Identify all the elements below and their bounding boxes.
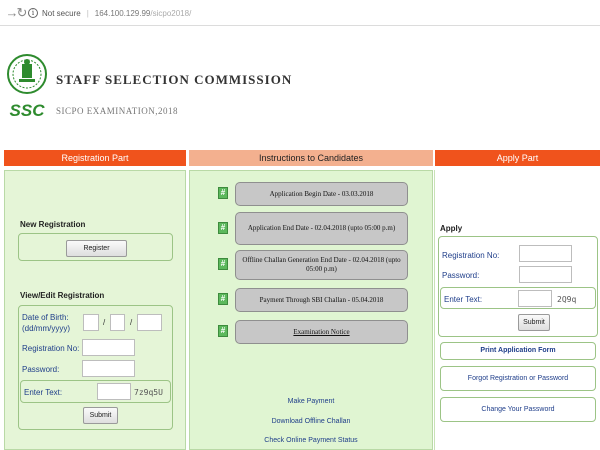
- ssc-logo: SSC: [7, 54, 47, 120]
- payment-status-link[interactable]: Check Online Payment Status: [189, 437, 433, 444]
- apply-password-label: Password:: [442, 271, 480, 280]
- enter-text-label: Enter Text:: [24, 388, 63, 397]
- hash-icon: #: [218, 325, 228, 337]
- date-separator: /: [130, 318, 133, 327]
- make-payment-link[interactable]: Make Payment: [189, 398, 433, 405]
- url-path: /sicpo2018/: [150, 8, 192, 18]
- password-label: Password:: [22, 365, 60, 374]
- dob-label: Date of Birth:: [22, 313, 69, 322]
- page-subtitle: SICPO EXAMINATION,2018: [56, 106, 179, 116]
- apply-registration-no-label: Registration No:: [442, 251, 500, 260]
- hash-icon: #: [218, 258, 228, 270]
- captcha-image: 7z9q5U: [134, 388, 163, 397]
- register-button[interactable]: Register: [66, 240, 127, 257]
- hash-icon: #: [218, 222, 228, 234]
- registration-no-label: Registration No:: [22, 344, 80, 353]
- instruction-begin-date[interactable]: Application Begin Date - 03.03.2018: [235, 182, 408, 206]
- instruction-sbi-payment[interactable]: Payment Through SBI Challan - 05.04.2018: [235, 288, 408, 312]
- apply-captcha-image: 2Q9q: [557, 295, 577, 304]
- page-title: STAFF SELECTION COMMISSION: [56, 72, 293, 87]
- url-host: 164.100.129.99: [94, 8, 151, 18]
- browser-toolbar: → ↻ i Not secure | 164.100.129.99 /sicpo…: [0, 0, 600, 26]
- apply-registration-no-input[interactable]: [519, 245, 572, 262]
- date-separator: /: [103, 318, 106, 327]
- info-icon[interactable]: i: [28, 8, 38, 18]
- examination-notice-link[interactable]: Examination Notice: [235, 320, 408, 344]
- download-challan-link[interactable]: Download Offline Challan: [189, 418, 433, 425]
- apply-submit-button[interactable]: Submit: [518, 314, 550, 331]
- instruction-end-date[interactable]: Application End Date - 02.04.2018 (upto …: [235, 212, 408, 245]
- address-bar[interactable]: i Not secure | 164.100.129.99 /sicpo2018…: [28, 4, 600, 22]
- dob-day-input[interactable]: [83, 314, 99, 331]
- dob-year-input[interactable]: [137, 314, 162, 331]
- forgot-registration-link[interactable]: Forgot Registration or Password: [440, 366, 596, 391]
- apply-heading: Apply: [440, 224, 463, 233]
- apply-enter-text-label: Enter Text:: [444, 295, 483, 304]
- hash-icon: #: [218, 293, 228, 305]
- logo-text: SSC: [10, 101, 46, 120]
- apply-password-input[interactable]: [519, 266, 572, 283]
- dob-format-hint: (dd/mm/yyyy): [22, 324, 70, 333]
- edit-registration-heading: View/Edit Registration: [20, 291, 105, 300]
- change-password-link[interactable]: Change Your Password: [440, 397, 596, 422]
- address-separator: |: [86, 8, 89, 18]
- hash-icon: #: [218, 187, 228, 199]
- instructions-header: Instructions to Candidates: [189, 150, 433, 166]
- apply-part-header: Apply Part: [435, 150, 600, 166]
- captcha-input[interactable]: [97, 383, 131, 400]
- password-input[interactable]: [82, 360, 135, 377]
- new-registration-heading: New Registration: [20, 220, 86, 229]
- apply-captcha-input[interactable]: [518, 290, 552, 307]
- registration-no-input[interactable]: [82, 339, 135, 356]
- dob-month-input[interactable]: [110, 314, 125, 331]
- print-application-link[interactable]: Print Application Form: [440, 342, 596, 360]
- registration-part-header: Registration Part: [4, 150, 186, 166]
- security-label: Not secure: [42, 8, 81, 18]
- submit-button[interactable]: Submit: [83, 407, 118, 424]
- instruction-challan-end-date[interactable]: Offline Challan Generation End Date - 02…: [235, 250, 408, 280]
